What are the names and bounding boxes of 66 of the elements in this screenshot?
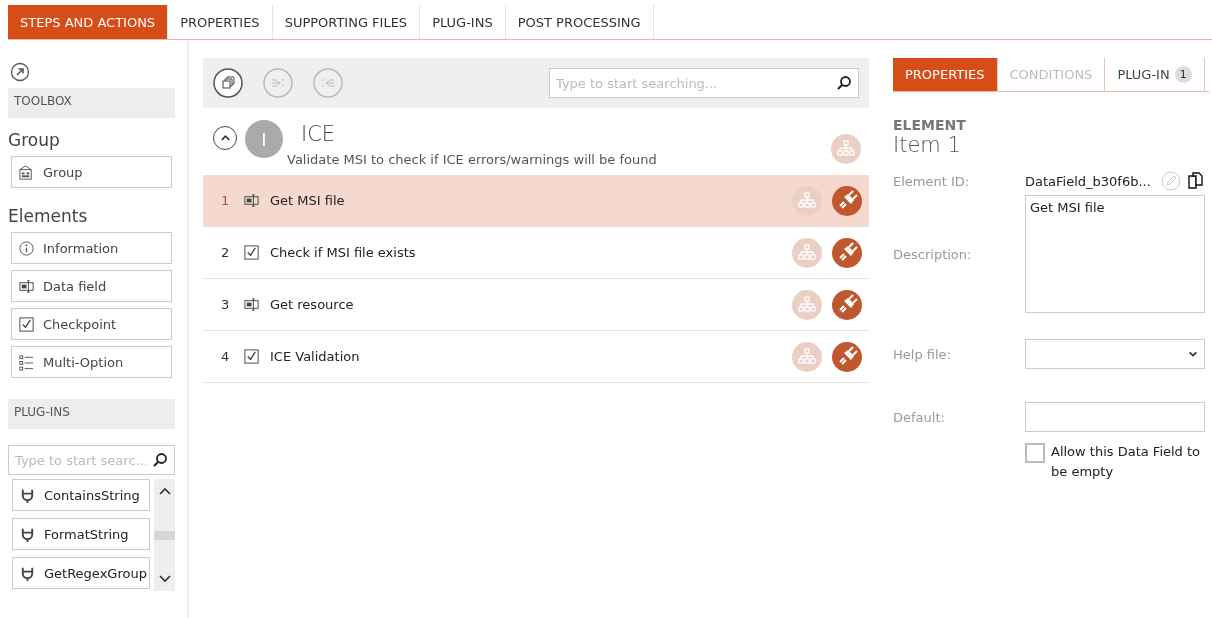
- group-letter-badge: I: [245, 120, 283, 158]
- step-label: Check if MSI file exists: [270, 245, 416, 260]
- tab[interactable]: PROPERTIES: [893, 58, 998, 91]
- section-heading: Group: [8, 130, 61, 150]
- group-description: Validate MSI to check if ICE errors/warnings will be found: [287, 152, 658, 167]
- data-field-icon: [18, 277, 35, 295]
- item-title: Item 1: [893, 133, 962, 157]
- scroll-up-icon[interactable]: [158, 487, 171, 495]
- step-label: Get MSI file: [270, 193, 345, 208]
- step-number: 3: [221, 297, 231, 312]
- field-label: Description:: [893, 246, 973, 262]
- step-row[interactable]: 2 Check if MSI file exists: [203, 227, 869, 279]
- checkbox-icon: [243, 244, 260, 261]
- step-row[interactable]: 4 ICE Validation: [203, 331, 869, 383]
- plug-icon[interactable]: [832, 237, 862, 268]
- toolbox-item[interactable]: Checkpoint: [11, 308, 172, 340]
- toolbox-item[interactable]: Group: [11, 156, 172, 188]
- data-field-icon: [243, 192, 260, 209]
- toolbox-item[interactable]: Multi-Option: [11, 346, 172, 378]
- step-number: 1: [221, 193, 231, 208]
- field-label: Help file:: [893, 346, 952, 362]
- copy-icon[interactable]: [213, 68, 243, 98]
- scrollbar-thumb[interactable]: [154, 530, 175, 540]
- element-id: DataField_b30f6b...: [1025, 173, 1151, 189]
- plug-icon[interactable]: [832, 341, 862, 372]
- step-row[interactable]: 3 Get resource: [203, 279, 869, 331]
- plugin-item[interactable]: FormatString: [12, 518, 150, 550]
- step-number: 4: [221, 349, 231, 364]
- data-field-icon: [243, 296, 260, 313]
- plug-icon[interactable]: [832, 289, 862, 320]
- list-icon: [18, 353, 35, 371]
- section-heading: ELEMENT: [893, 117, 967, 133]
- field-label: Element ID:: [893, 173, 971, 189]
- step-label: Get resource: [270, 297, 354, 312]
- search-icon[interactable]: [152, 452, 168, 468]
- tab[interactable]: STEPS AND ACTIONS: [8, 5, 169, 39]
- default-field[interactable]: [1025, 402, 1205, 432]
- checkbox-icon: [18, 315, 35, 333]
- group-title: ICE: [301, 122, 337, 146]
- scroll-down-icon[interactable]: [158, 575, 171, 583]
- info-icon: [18, 239, 35, 257]
- step-row[interactable]: 1 Get MSI file: [203, 175, 869, 227]
- search-field[interactable]: Type to start searching...: [549, 68, 859, 98]
- step-number: 2: [221, 245, 231, 260]
- count-badge: 1: [1174, 66, 1192, 83]
- plugins-header: PLUG-INS: [8, 399, 175, 429]
- description-field[interactable]: Get MSI file: [1025, 195, 1205, 313]
- toolbox-item[interactable]: Information: [11, 232, 172, 264]
- scrollbar[interactable]: [154, 479, 175, 591]
- chevron-down-icon: [1188, 350, 1198, 358]
- field-label: Default:: [893, 409, 946, 425]
- search-icon[interactable]: [836, 75, 852, 91]
- plugin-item[interactable]: GetRegexGroup: [12, 557, 150, 589]
- group-icon: [18, 163, 35, 181]
- step-label: ICE Validation: [270, 349, 360, 364]
- plugin-item[interactable]: ContainsString: [12, 479, 150, 511]
- checkbox[interactable]: [1025, 443, 1045, 463]
- chevron-icon: [219, 134, 231, 142]
- toolbox-header: TOOLBOX: [8, 88, 175, 118]
- checkbox-label: Allow this Data Field to be empty: [1051, 443, 1202, 481]
- plug-icon[interactable]: [832, 185, 862, 216]
- collapse-button[interactable]: [213, 126, 237, 150]
- search-field[interactable]: Type to start searc...: [8, 445, 175, 475]
- checkbox-icon: [243, 348, 260, 365]
- toolbox-item[interactable]: Data field: [11, 270, 172, 302]
- section-heading: Elements: [8, 206, 89, 226]
